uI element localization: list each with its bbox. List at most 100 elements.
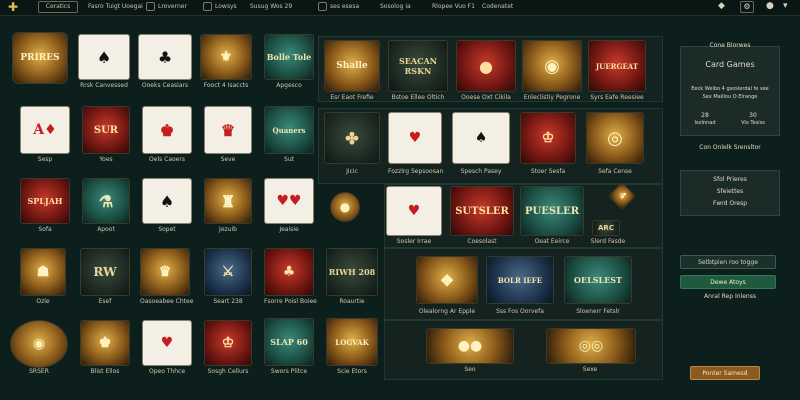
game-tile[interactable]: ☗	[20, 248, 66, 296]
account-button[interactable]: Ceratics	[38, 1, 78, 13]
game-tile[interactable]: ✤	[324, 112, 380, 164]
game-caption: Coesolast	[467, 238, 497, 245]
top-bar: ✚ Ceratics Fasro Tuigt Uoegai Lroverner …	[0, 0, 800, 16]
tile-title: Bolle Tole	[266, 52, 312, 62]
nav-item-3[interactable]: Lowsys	[215, 3, 237, 10]
nav-item-2[interactable]: Lroverner	[158, 3, 187, 10]
game-tile[interactable]: ♚	[142, 106, 192, 154]
game-tile[interactable]: ⚗	[82, 178, 130, 224]
game-tile[interactable]: ♛	[204, 106, 252, 154]
game-caption: SRSER	[29, 368, 49, 375]
submit-button[interactable]: Ponter Samesd	[690, 366, 760, 380]
game-tile[interactable]: OELSLEST	[564, 256, 632, 304]
chevron-down-icon[interactable]: ▾	[783, 1, 788, 11]
game-caption: Apgesco	[276, 82, 302, 89]
checkbox-icon[interactable]	[318, 2, 327, 11]
game-tile[interactable]: Shalle	[324, 40, 380, 92]
setup-button[interactable]: Setbtpien roo togge	[680, 255, 776, 269]
game-tile[interactable]: RW	[80, 248, 130, 296]
tile-title: PRIRES	[20, 53, 60, 63]
game-tile[interactable]: ♣	[138, 34, 192, 80]
game-caption: Yoes	[99, 156, 113, 163]
game-tile[interactable]: ♛	[140, 248, 190, 296]
game-tile[interactable]: ♥	[142, 320, 192, 366]
game-caption: Syrs Eafe Reesiee	[590, 94, 644, 101]
game-tile[interactable]: ♥♥	[264, 178, 314, 224]
game-tile[interactable]: ♔	[204, 320, 252, 366]
game-caption: Bstoe Ellee Oltich	[391, 94, 445, 101]
game-tile[interactable]: ◎◎	[546, 328, 636, 364]
game-tile[interactable]: ♔	[520, 112, 576, 164]
side-note: Anral Rep Inlenss	[704, 293, 756, 300]
tile-title: ARC	[598, 224, 614, 232]
game-caption: Sloenerr Fetslr	[576, 308, 620, 315]
game-tile[interactable]: ARC	[592, 220, 620, 236]
game-tile[interactable]: ⚔	[204, 248, 252, 296]
checkbox-icon[interactable]	[203, 2, 212, 11]
game-tile[interactable]: PUESLER	[520, 186, 584, 236]
game-tile[interactable]: ◉	[10, 320, 68, 368]
plus-icon[interactable]: ✚	[4, 0, 22, 14]
card2-line-3: Fwrd Oresp	[712, 200, 748, 207]
game-tile[interactable]: ●	[456, 40, 516, 92]
tile-title: RIWH 208	[328, 267, 376, 277]
game-tile[interactable]: ♥	[386, 186, 442, 236]
game-tile[interactable]: ❖	[416, 256, 478, 304]
game-caption: Blist Ellos	[90, 368, 120, 375]
nav-item-7[interactable]: Rlopee Vuo F1	[432, 3, 475, 10]
game-tile[interactable]: ♚	[80, 320, 130, 366]
checkbox-icon[interactable]	[146, 2, 155, 11]
tile-title: OELSLEST	[574, 275, 622, 285]
game-tile[interactable]: ♠	[142, 178, 192, 224]
tile-title: Shalle	[336, 61, 368, 71]
game-caption: Sopet	[158, 226, 176, 233]
side-line-2: Sex Maillou O Elrange	[702, 94, 758, 100]
game-caption: Rrsk Canvessed	[80, 82, 128, 89]
game-caption: Esef	[98, 298, 112, 305]
game-tile[interactable]: ⚜	[200, 34, 252, 80]
game-tile[interactable]: SPLJAH	[20, 178, 70, 224]
nav-item-5[interactable]: ses esesa	[330, 3, 359, 10]
game-tile[interactable]: ♠	[452, 112, 510, 164]
game-tile[interactable]: Quaners	[264, 106, 314, 154]
nav-item-4[interactable]: Susug Wos 29	[250, 3, 292, 10]
game-tile[interactable]: SUTSLER	[450, 186, 514, 236]
game-tile[interactable]: RIWH 208	[326, 248, 378, 296]
game-tile-logo[interactable]: PRIRES	[12, 32, 68, 84]
game-tile[interactable]: JUERGEAT	[588, 40, 646, 92]
chip-icon[interactable]: ●	[330, 192, 360, 222]
game-tile[interactable]: SLAP 60	[264, 318, 314, 366]
game-tile[interactable]: LOGVAK	[326, 318, 378, 366]
primary-button[interactable]: Dewe Atoys	[680, 275, 776, 289]
game-tile[interactable]: SEACAN RSKN	[388, 40, 448, 92]
nav-item-6[interactable]: Sosolog ia	[380, 3, 411, 10]
game-caption: Ooese Oxt Cikila	[461, 94, 511, 101]
game-caption: Oels Caoers	[149, 156, 185, 163]
stat-value: 28	[701, 112, 709, 119]
dot-icon[interactable]: ●	[766, 1, 774, 11]
game-tile[interactable]: ♜	[204, 178, 252, 224]
game-caption: Opeo Thhce	[148, 368, 186, 375]
game-tile[interactable]: ◉	[522, 40, 582, 92]
game-caption: Sut	[284, 156, 294, 163]
game-tile[interactable]: ♣	[264, 248, 314, 296]
game-tile[interactable]: ●●	[426, 328, 514, 364]
nav-item-8[interactable]: Codenatet	[482, 3, 513, 10]
settings-icon[interactable]: ⚙	[740, 1, 754, 13]
game-tile[interactable]: ♠	[78, 34, 130, 80]
game-tile[interactable]: ◎	[586, 112, 644, 164]
game-tile[interactable]: A ♦	[20, 106, 70, 154]
side-link[interactable]: Con Onlelk Srensltor	[680, 144, 780, 151]
nav-item-1[interactable]: Fasro Tuigt Uoegai	[88, 3, 143, 10]
game-tile[interactable]: BOLR IEFE	[486, 256, 554, 304]
game-caption: Apoot	[97, 226, 115, 233]
game-caption: Olealorng Ar Epple	[418, 308, 476, 315]
game-caption: Seo	[464, 366, 476, 373]
bell-icon[interactable]: ◆	[718, 1, 725, 11]
game-tile[interactable]: ♥	[388, 112, 442, 164]
game-tile[interactable]: Bolle Tole	[264, 34, 314, 80]
game-caption: Jicic	[346, 168, 358, 175]
stat-label: Isolnnad	[694, 120, 716, 126]
tile-title: SLAP 60	[270, 337, 308, 347]
game-tile[interactable]: SUR	[82, 106, 130, 154]
